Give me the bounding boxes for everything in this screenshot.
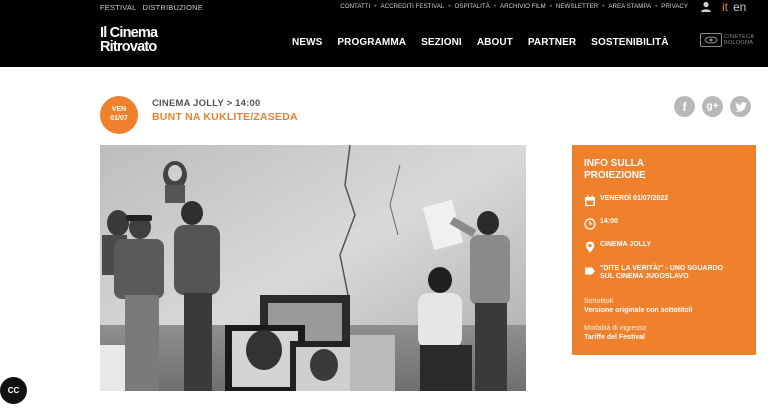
nav-sostenibilita[interactable]: SOSTENIBILITÀ [591,37,668,48]
info-date: VENERDÌ 01/07/2022 [600,195,669,202]
nav-news[interactable]: NEWS [292,37,322,48]
lang-en-link[interactable]: en [733,0,746,14]
tag-icon [585,267,595,275]
separator: • [448,3,451,10]
info-date-row: VENERDÌ 01/07/2022 [584,195,668,207]
cineteca-logo[interactable]: CINETECA BOLOGNA [700,33,754,47]
date-badge: VEN 01/07 [100,96,138,134]
info-place-row: CINEMA JOLLY [584,241,651,253]
screening-info-panel: INFO SULLA PROIEZIONE VENERDÌ 01/07/2022… [572,145,756,355]
film-title: BUNT NA KUKLITE/ZASEDA [152,111,298,123]
nav-partner[interactable]: PARTNER [528,37,576,48]
entry-label: Modalità di ingresso [584,325,647,332]
cineteca-text: CINETECA BOLOGNA [724,34,755,46]
separator: • [602,3,605,10]
main-header: Il Cinema Ritrovato NEWS PROGRAMMA SEZIO… [0,16,768,67]
nav-sezioni[interactable]: SEZIONI [421,37,462,48]
location-pin-icon [585,241,595,253]
user-icon[interactable] [700,1,712,13]
archivio-link[interactable]: ARCHIVIO FILM [500,3,546,10]
subtitles-label: Sottotitoli [584,298,613,305]
info-section[interactable]: "DITE LA VERITÀ!" - UNO SGUARDO SUL CINE… [600,265,723,281]
separator: • [655,3,658,10]
newsletter-link[interactable]: NEWSLETTER [556,3,598,10]
clock-icon [584,218,596,230]
logo-line-1: Il Cinema [100,25,158,41]
info-place[interactable]: CINEMA JOLLY [600,241,651,249]
ospitalita-link[interactable]: OSPITALITÀ [455,3,490,10]
info-section-row: "DITE LA VERITÀ!" - UNO SGUARDO SUL CINE… [584,265,723,281]
film-still-image [100,145,526,391]
lang-it-link[interactable]: it [722,0,728,14]
main-nav: NEWS PROGRAMMA SEZIONI ABOUT PARTNER SOS… [292,37,669,48]
privacy-link[interactable]: PRIVACY [661,3,688,10]
language-switch: it en [722,0,746,14]
calendar-icon [585,195,595,206]
top-left-links: FESTIVAL DISTRIBUZIONE [100,3,203,12]
venue-time: CINEMA JOLLY > 14:00 [152,98,261,109]
subtitles-value: Versione originale con sottotitoli [584,307,693,314]
badge-date: 01/07 [110,115,128,122]
separator: • [493,3,496,10]
facebook-icon[interactable]: f [674,96,695,117]
info-heading: INFO SULLA PROIEZIONE [584,158,646,181]
separator: • [549,3,552,10]
logo-line-2: Ritrovato [100,39,157,55]
accrediti-link[interactable]: ACCREDITI FESTIVAL [380,3,444,10]
entry-value[interactable]: Tariffe del Festival [584,334,645,341]
twitter-icon[interactable] [730,96,751,117]
nav-about[interactable]: ABOUT [477,37,513,48]
contatti-link[interactable]: CONTATTI [340,3,370,10]
site-logo[interactable]: Il Cinema Ritrovato [100,25,158,55]
festival-link[interactable]: FESTIVAL [100,3,136,12]
top-bar: FESTIVAL DISTRIBUZIONE CONTATTI • ACCREDI… [0,0,768,16]
area-stampa-link[interactable]: AREA STAMPA [608,3,651,10]
info-time-row: 14:00 [584,218,618,230]
nav-programma[interactable]: PROGRAMMA [337,37,406,48]
info-time: 14:00 [600,218,618,225]
top-right-links: CONTATTI • ACCREDITI FESTIVAL • OSPITALITÀ… [340,3,688,10]
google-plus-icon[interactable]: g+ [702,96,723,117]
distribuzione-link[interactable]: DISTRIBUZIONE [142,3,203,12]
cookie-consent-button[interactable]: CC [0,377,27,404]
badge-day: VEN [111,106,127,113]
eye-icon [700,33,722,47]
separator: • [374,3,377,10]
